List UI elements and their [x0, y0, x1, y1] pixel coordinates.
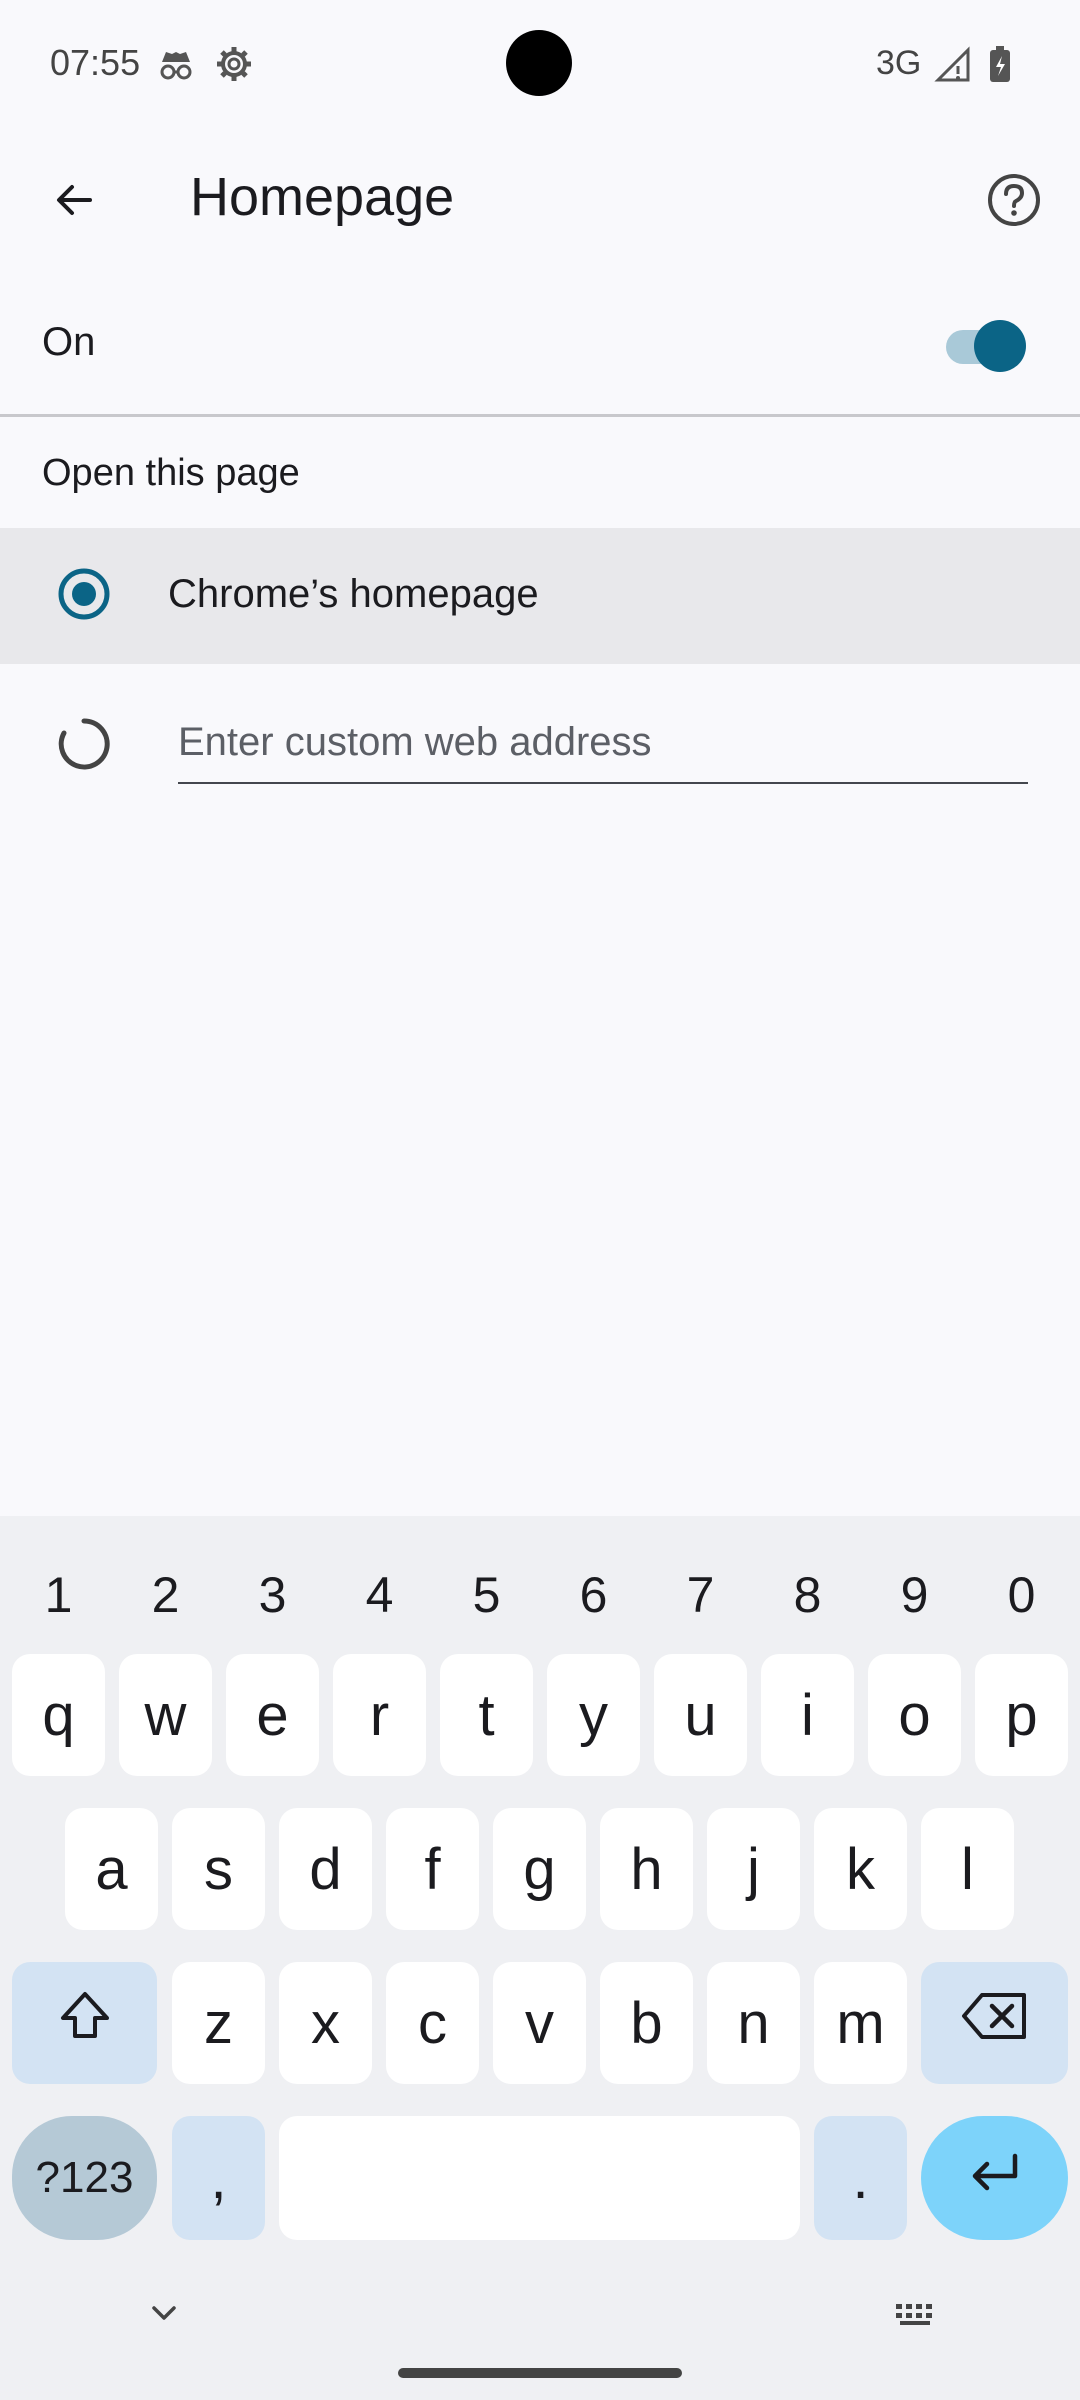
navigation-bar — [0, 2336, 1080, 2400]
settings-gear-icon — [214, 44, 254, 84]
key-1[interactable]: 1 — [5, 1540, 112, 1650]
keyboard-bottom-bar — [0, 2302, 1080, 2336]
option-chrome-homepage[interactable]: Chrome’s homepage — [0, 528, 1080, 664]
keyboard-switch-icon[interactable] — [894, 2302, 940, 2331]
home-gesture-handle[interactable] — [398, 2368, 682, 2378]
key-p[interactable]: p — [975, 1654, 1068, 1776]
help-circle-icon — [986, 172, 1042, 233]
help-button[interactable] — [968, 156, 1060, 248]
radio-selected-icon — [56, 566, 112, 627]
key-y[interactable]: y — [547, 1654, 640, 1776]
section-title: Open this page — [42, 452, 300, 494]
key-d[interactable]: d — [279, 1808, 372, 1930]
key-4[interactable]: 4 — [326, 1540, 433, 1650]
key-b[interactable]: b — [600, 1962, 693, 2084]
key-3[interactable]: 3 — [219, 1540, 326, 1650]
radio-chrome-homepage[interactable] — [42, 554, 126, 638]
signal-icon — [934, 44, 974, 84]
key-w[interactable]: w — [119, 1654, 212, 1776]
key-6[interactable]: 6 — [540, 1540, 647, 1650]
key-t[interactable]: t — [440, 1654, 533, 1776]
key-2[interactable]: 2 — [112, 1540, 219, 1650]
network-type: 3G — [876, 44, 922, 82]
key-m[interactable]: m — [814, 1962, 907, 2084]
comma-key[interactable]: , — [172, 2116, 265, 2240]
key-s[interactable]: s — [172, 1808, 265, 1930]
custom-address-input[interactable] — [178, 702, 1028, 784]
homepage-toggle-row[interactable]: On — [0, 276, 1080, 414]
option-chrome-homepage-label: Chrome’s homepage — [168, 572, 539, 616]
screen: 07:55 3G Homepage On Open this page Chro… — [0, 0, 1080, 2400]
chevron-down-icon[interactable] — [146, 2302, 182, 2331]
key-z[interactable]: z — [172, 1962, 265, 2084]
divider — [0, 414, 1080, 417]
symbols-key[interactable]: ?123 — [12, 2116, 157, 2240]
radio-loading-icon — [56, 716, 112, 777]
toggle-thumb — [974, 320, 1026, 372]
key-k[interactable]: k — [814, 1808, 907, 1930]
enter-key[interactable] — [921, 2116, 1068, 2240]
soft-keyboard: 1 2 3 4 5 6 7 8 9 0 q w e r t y u i o p … — [0, 1516, 1080, 2336]
period-key[interactable]: . — [814, 2116, 907, 2240]
custom-address-field[interactable] — [168, 690, 1040, 800]
space-key[interactable] — [279, 2116, 800, 2240]
app-bar: Homepage — [0, 128, 1080, 274]
backspace-key[interactable] — [921, 1962, 1068, 2084]
enter-icon — [965, 2145, 1025, 2212]
key-o[interactable]: o — [868, 1654, 961, 1776]
status-time: 07:55 — [50, 42, 141, 83]
battery-charging-icon — [980, 44, 1020, 84]
key-h[interactable]: h — [600, 1808, 693, 1930]
key-7[interactable]: 7 — [647, 1540, 754, 1650]
key-9[interactable]: 9 — [861, 1540, 968, 1650]
radio-custom-address[interactable] — [42, 704, 126, 788]
key-r[interactable]: r — [333, 1654, 426, 1776]
keyboard-number-row: 1 2 3 4 5 6 7 8 9 0 — [0, 1540, 1080, 1650]
key-q[interactable]: q — [12, 1654, 105, 1776]
key-x[interactable]: x — [279, 1962, 372, 2084]
key-l[interactable]: l — [921, 1808, 1014, 1930]
back-button[interactable] — [28, 156, 120, 248]
key-v[interactable]: v — [493, 1962, 586, 2084]
backspace-icon — [960, 1989, 1030, 2057]
key-n[interactable]: n — [707, 1962, 800, 2084]
key-5[interactable]: 5 — [433, 1540, 540, 1650]
key-0[interactable]: 0 — [968, 1540, 1075, 1650]
key-c[interactable]: c — [386, 1962, 479, 2084]
arrow-left-icon — [50, 176, 98, 229]
option-custom-address[interactable] — [0, 664, 1080, 828]
status-bar: 07:55 3G — [0, 0, 1080, 128]
incognito-icon — [156, 44, 196, 84]
key-j[interactable]: j — [707, 1808, 800, 1930]
shift-key[interactable] — [12, 1962, 157, 2084]
front-camera — [506, 30, 572, 96]
key-g[interactable]: g — [493, 1808, 586, 1930]
key-u[interactable]: u — [654, 1654, 747, 1776]
shift-icon — [55, 1986, 115, 2060]
key-i[interactable]: i — [761, 1654, 854, 1776]
key-a[interactable]: a — [65, 1808, 158, 1930]
key-e[interactable]: e — [226, 1654, 319, 1776]
toggle-label: On — [42, 320, 96, 364]
key-8[interactable]: 8 — [754, 1540, 861, 1650]
page-title: Homepage — [190, 167, 455, 227]
homepage-toggle-switch[interactable] — [912, 310, 1036, 382]
key-f[interactable]: f — [386, 1808, 479, 1930]
